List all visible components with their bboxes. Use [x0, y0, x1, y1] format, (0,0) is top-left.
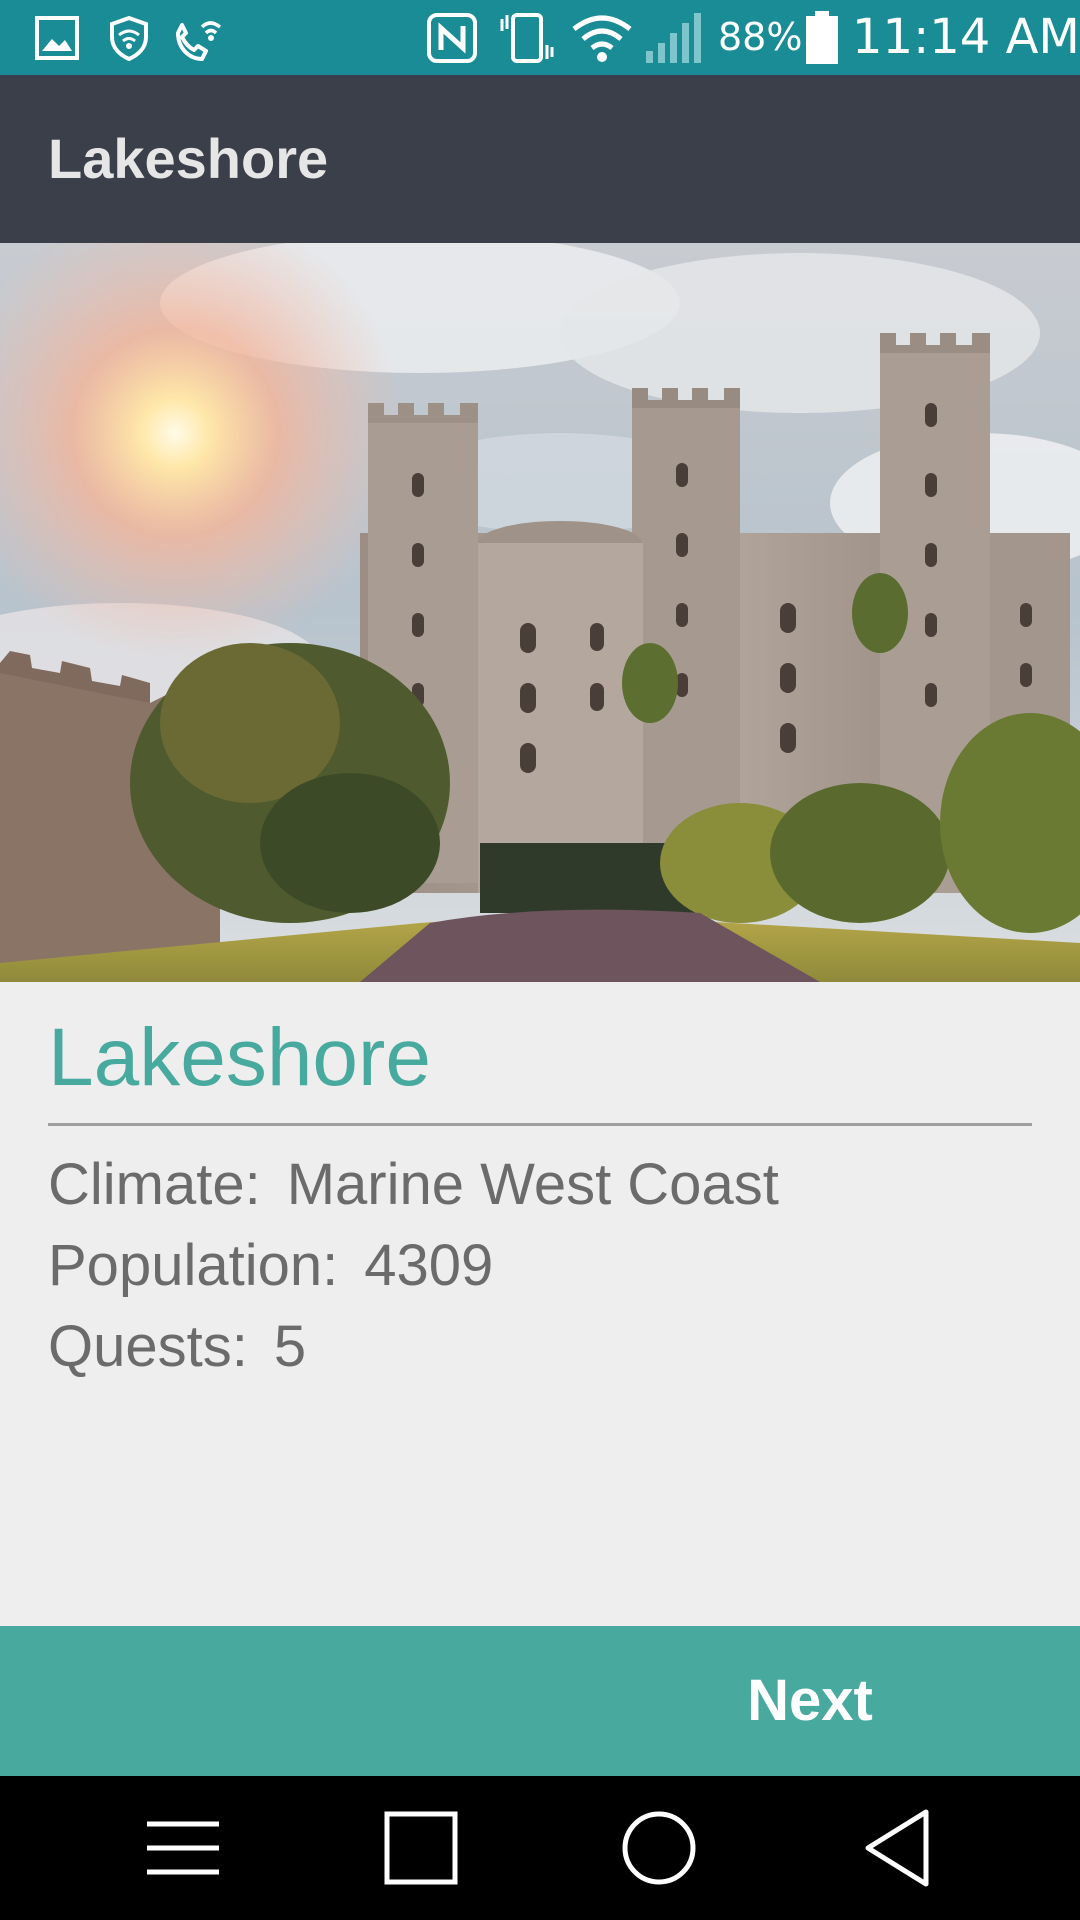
- status-bar: 88% 11:14 AM: [0, 0, 1080, 75]
- climate-label: Climate:: [48, 1152, 261, 1217]
- wifi-icon: [570, 12, 634, 64]
- footer-bar: Next: [0, 1626, 1080, 1776]
- climate-row: Climate: Marine West Coast: [48, 1150, 779, 1220]
- climate-value: Marine West Coast: [286, 1152, 779, 1217]
- next-button[interactable]: Next: [700, 1626, 920, 1776]
- vpn-shield-icon: [108, 12, 150, 64]
- back-icon[interactable]: [827, 1776, 967, 1920]
- population-row: Population: 4309: [48, 1231, 493, 1301]
- population-label: Population:: [48, 1233, 339, 1298]
- clock: 11:14 AM: [852, 9, 1080, 65]
- vibrate-icon: [496, 12, 558, 64]
- population-value: 4309: [364, 1233, 494, 1298]
- quests-label: Quests:: [48, 1314, 248, 1379]
- navigation-bar: [0, 1776, 1080, 1920]
- battery-percent: 88%: [718, 15, 803, 59]
- wifi-calling-icon: [172, 12, 226, 64]
- divider: [48, 1123, 1032, 1126]
- cell-signal-icon: [644, 12, 710, 64]
- castle-photo: [0, 243, 1080, 982]
- app-bar-title: Lakeshore: [48, 127, 329, 190]
- nfc-icon: [426, 12, 478, 64]
- app-bar: Lakeshore: [0, 75, 1080, 243]
- menu-icon[interactable]: [113, 1776, 253, 1920]
- image-icon: [34, 12, 80, 64]
- recents-icon[interactable]: [351, 1776, 491, 1920]
- battery-icon: [804, 11, 840, 64]
- home-icon[interactable]: [589, 1776, 729, 1920]
- place-title: Lakeshore: [48, 1012, 431, 1103]
- quests-value: 5: [273, 1314, 307, 1379]
- quests-row: Quests: 5: [48, 1312, 306, 1382]
